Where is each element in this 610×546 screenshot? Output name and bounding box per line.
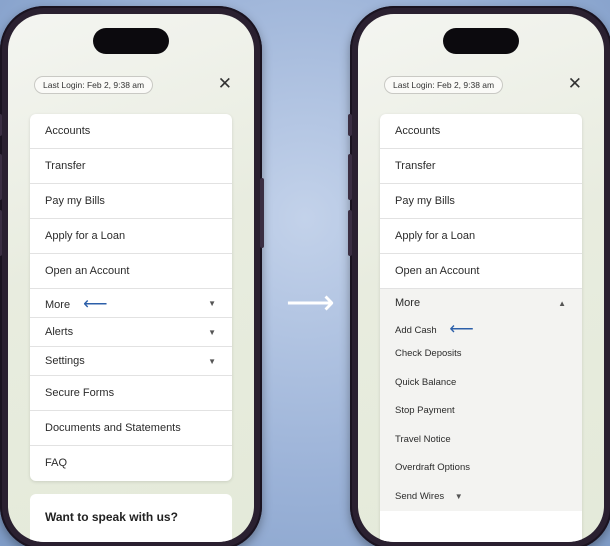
menu-item-accounts[interactable]: Accounts — [380, 114, 582, 149]
phone-button — [0, 210, 2, 256]
menu-item-transfer[interactable]: Transfer — [30, 149, 232, 184]
submenu-item-label: Check Deposits — [395, 348, 462, 359]
submenu-item-travel-notice[interactable]: Travel Notice — [380, 425, 582, 454]
menu-item-open-account[interactable]: Open an Account — [30, 254, 232, 289]
phone-button — [348, 114, 352, 136]
menu-item-label: More — [45, 299, 71, 311]
menu-item-label: Accounts — [45, 125, 91, 137]
left-arrow-icon: ⟵ — [449, 319, 474, 338]
submenu-item-label: Stop Payment — [395, 405, 455, 416]
menu-item-settings[interactable]: Settings ▼ — [30, 347, 232, 376]
menu-item-accounts[interactable]: Accounts — [30, 114, 232, 149]
menu-item-faq[interactable]: FAQ — [30, 446, 232, 481]
chevron-up-icon: ▲ — [558, 299, 566, 308]
menu-item-label: Secure Forms — [45, 387, 115, 399]
main-menu-expanded: Accounts Transfer Pay my Bills Apply for… — [380, 114, 582, 542]
submenu-item-add-cash[interactable]: Add Cash ⟵ — [380, 318, 582, 340]
last-login-badge: Last Login: Feb 2, 9:38 am — [384, 76, 504, 94]
menu-item-label: Apply for a Loan — [395, 230, 476, 242]
menu-item-apply-loan[interactable]: Apply for a Loan — [380, 219, 582, 254]
menu-item-documents[interactable]: Documents and Statements — [30, 411, 232, 446]
speak-heading: Want to speak with us? — [45, 510, 178, 524]
menu-item-label: FAQ — [45, 457, 68, 469]
close-icon[interactable]: ✕ — [568, 74, 582, 94]
menu-item-label: Pay my Bills — [45, 195, 105, 207]
menu-item-pay-bills[interactable]: Pay my Bills — [380, 184, 582, 219]
submenu-item-label: Send Wires — [395, 490, 445, 502]
last-login-badge: Last Login: Feb 2, 9:38 am — [34, 76, 154, 94]
screen-left: Last Login: Feb 2, 9:38 am ✕ Accounts Tr… — [8, 14, 254, 542]
menu-item-label: Open an Account — [395, 265, 480, 277]
menu-item-transfer[interactable]: Transfer — [380, 149, 582, 184]
submenu-item-quick-balance[interactable]: Quick Balance — [380, 368, 582, 397]
dynamic-island — [443, 28, 519, 54]
menu-item-label: Accounts — [395, 125, 441, 137]
menu-item-label: Alerts — [45, 326, 74, 338]
chevron-down-icon: ▼ — [208, 299, 216, 308]
submenu-item-label: Overdraft Options — [395, 462, 470, 473]
menu-item-label: Transfer — [45, 160, 86, 172]
menu-item-label: More — [395, 297, 421, 309]
phone-button — [0, 114, 2, 136]
phone-right: Last Login: Feb 2, 9:38 am ✕ Accounts Tr… — [348, 6, 610, 546]
menu-item-open-account[interactable]: Open an Account — [380, 254, 582, 289]
menu-item-label: Apply for a Loan — [45, 230, 126, 242]
menu-item-label: Open an Account — [45, 265, 130, 277]
menu-item-label: Transfer — [395, 160, 436, 172]
submenu-item-check-deposits[interactable]: Check Deposits — [380, 340, 582, 369]
submenu-item-overdraft-options[interactable]: Overdraft Options — [380, 454, 582, 483]
status-row: Last Login: Feb 2, 9:38 am ✕ — [384, 74, 582, 96]
phone-button — [0, 154, 2, 200]
chevron-down-icon: ▼ — [454, 491, 463, 501]
menu-item-secure-forms[interactable]: Secure Forms — [30, 376, 232, 411]
chevron-down-icon: ▼ — [208, 328, 216, 337]
menu-item-apply-loan[interactable]: Apply for a Loan — [30, 219, 232, 254]
menu-item-label: Documents and Statements — [45, 422, 181, 434]
close-icon[interactable]: ✕ — [218, 74, 232, 94]
dynamic-island — [93, 28, 169, 54]
submenu-item-stop-payment[interactable]: Stop Payment — [380, 397, 582, 426]
phone-button — [348, 210, 352, 256]
phone-button — [260, 178, 264, 248]
submenu-item-label: Add Cash — [395, 325, 437, 336]
submenu-item-label: Quick Balance — [395, 376, 457, 388]
chevron-down-icon: ▼ — [208, 357, 216, 366]
left-arrow-icon: ⟵ — [83, 294, 108, 313]
phone-button — [348, 154, 352, 200]
phone-left: Last Login: Feb 2, 9:38 am ✕ Accounts Tr… — [0, 6, 264, 546]
submenu-item-send-wires[interactable]: Send Wires ▼ — [380, 482, 582, 511]
right-arrow-icon: ⟶ — [286, 284, 335, 322]
menu-item-alerts[interactable]: Alerts ▼ — [30, 318, 232, 347]
screen-right: Last Login: Feb 2, 9:38 am ✕ Accounts Tr… — [358, 14, 604, 542]
main-menu: Accounts Transfer Pay my Bills Apply for… — [30, 114, 232, 481]
submenu-item-label: Travel Notice — [395, 433, 451, 445]
status-row: Last Login: Feb 2, 9:38 am ✕ — [34, 74, 232, 96]
speak-with-us-card[interactable]: Want to speak with us? — [30, 494, 232, 542]
menu-item-label: Pay my Bills — [395, 195, 455, 207]
menu-item-label: Settings — [45, 355, 85, 367]
menu-item-more[interactable]: More ⟵ ▼ — [30, 289, 232, 318]
menu-item-pay-bills[interactable]: Pay my Bills — [30, 184, 232, 219]
menu-item-more[interactable]: More ▲ — [380, 289, 582, 318]
